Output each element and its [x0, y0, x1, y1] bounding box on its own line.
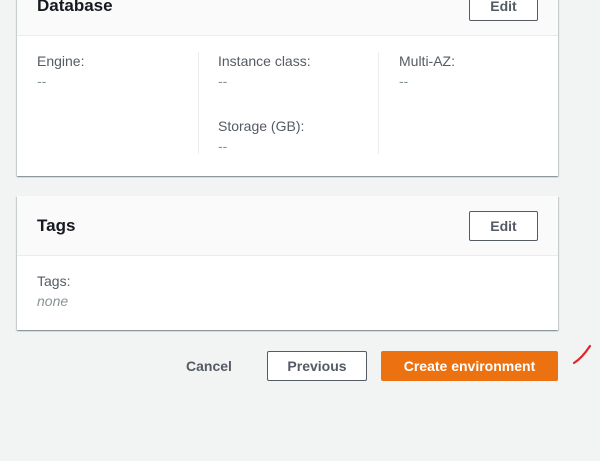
tags-panel-header: Tags Edit — [17, 196, 558, 256]
database-panel-header: Database Edit — [17, 0, 558, 36]
previous-button[interactable]: Previous — [267, 351, 367, 381]
database-panel-title: Database — [37, 0, 113, 15]
instance-class-label: Instance class: — [218, 53, 311, 69]
tags-value: none — [37, 293, 69, 309]
storage-value: -- — [218, 138, 228, 154]
database-edit-button[interactable]: Edit — [469, 0, 538, 21]
instance-class-value: -- — [218, 73, 228, 89]
engine-label: Engine: — [37, 53, 85, 69]
tags-panel-title: Tags — [37, 216, 76, 235]
create-environment-button[interactable]: Create environment — [381, 351, 558, 381]
red-pen-mark-icon — [572, 344, 592, 365]
cancel-button[interactable]: Cancel — [176, 351, 242, 381]
column-divider — [198, 52, 199, 154]
engine-value: -- — [37, 73, 47, 89]
storage-label: Storage (GB): — [218, 118, 305, 134]
tags-edit-button[interactable]: Edit — [469, 211, 538, 241]
tags-panel: Tags Edit Tags: none — [17, 196, 558, 330]
multi-az-value: -- — [399, 73, 409, 89]
database-panel: Database Edit Engine: -- Instance class:… — [17, 0, 558, 176]
tags-label: Tags: — [37, 273, 71, 289]
column-divider — [378, 52, 379, 154]
multi-az-label: Multi-AZ: — [399, 53, 455, 69]
